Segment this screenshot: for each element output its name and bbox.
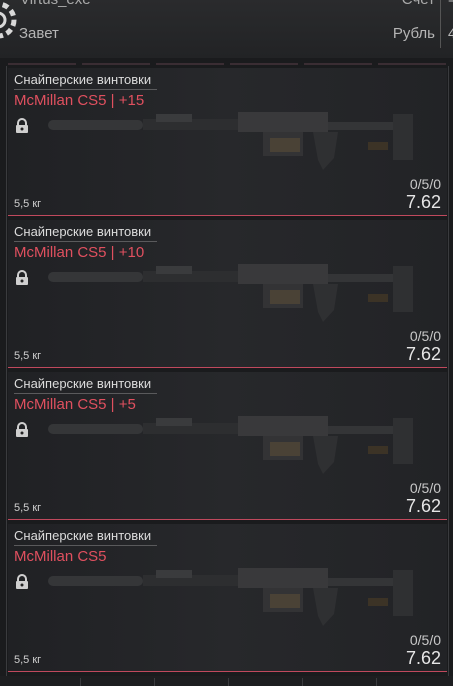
rifle-image xyxy=(48,416,413,474)
item-weight: 5,5 кг xyxy=(14,350,42,362)
lock-icon xyxy=(16,270,28,285)
logo-icon xyxy=(0,1,17,39)
item-weight: 5,5 кг xyxy=(14,502,42,514)
item-card[interactable]: Снайперские винтовки McMillan CS5 | +10 … xyxy=(8,220,447,368)
header-divider xyxy=(440,0,441,48)
rifle-image xyxy=(48,568,413,626)
item-ammo: 0/5/0 xyxy=(409,632,441,648)
tab-indicator xyxy=(156,63,224,65)
item-caliber: 7.62 xyxy=(405,496,441,516)
item-caliber: 7.62 xyxy=(405,648,441,668)
username-label: Virtus_exe xyxy=(20,0,91,8)
tab-indicator xyxy=(82,63,150,65)
footer-divider xyxy=(228,678,229,686)
rifle-image xyxy=(48,264,413,322)
item-weight: 5,5 кг xyxy=(14,198,42,210)
tab-indicator xyxy=(8,63,76,65)
item-category: Снайперские винтовки xyxy=(14,376,158,394)
lock-icon xyxy=(16,118,28,133)
subtitle-left: Завет xyxy=(19,25,59,42)
lock-icon xyxy=(16,422,28,437)
item-ammo: 0/5/0 xyxy=(409,176,441,192)
footer-divider xyxy=(154,678,155,686)
header-bar: Virtus_exe Счет Завет Рубль = 4 xyxy=(0,0,453,58)
tab-indicator xyxy=(378,63,446,65)
item-ammo: 0/5/0 xyxy=(409,328,441,344)
account-label: Счет xyxy=(402,0,435,8)
header-edge-bottom: 4 xyxy=(448,25,453,41)
header-edge-top: = xyxy=(448,0,453,7)
item-caliber: 7.62 xyxy=(405,344,441,364)
item-category: Снайперские винтовки xyxy=(14,72,158,90)
list-border-right xyxy=(448,66,449,686)
footer-strip xyxy=(0,676,453,686)
footer-divider xyxy=(302,678,303,686)
item-category: Снайперские винтовки xyxy=(14,528,158,546)
footer-divider xyxy=(80,678,81,686)
footer-divider xyxy=(376,678,377,686)
item-card[interactable]: Снайперские винтовки McMillan CS5 5,5 кг… xyxy=(8,524,447,672)
tab-indicator xyxy=(304,63,372,65)
rifle-image xyxy=(48,112,413,170)
item-weight: 5,5 кг xyxy=(14,654,42,666)
item-caliber: 7.62 xyxy=(405,192,441,212)
item-ammo: 0/5/0 xyxy=(409,480,441,496)
tab-indicator xyxy=(230,63,298,65)
item-card[interactable]: Снайперские винтовки McMillan CS5 | +5 5… xyxy=(8,372,447,520)
list-border-left xyxy=(6,66,7,686)
item-category: Снайперские винтовки xyxy=(14,224,158,242)
lock-icon xyxy=(16,574,28,589)
item-card[interactable]: Снайперские винтовки McMillan CS5 | +15 … xyxy=(8,68,447,216)
currency-label: Рубль xyxy=(392,25,435,42)
